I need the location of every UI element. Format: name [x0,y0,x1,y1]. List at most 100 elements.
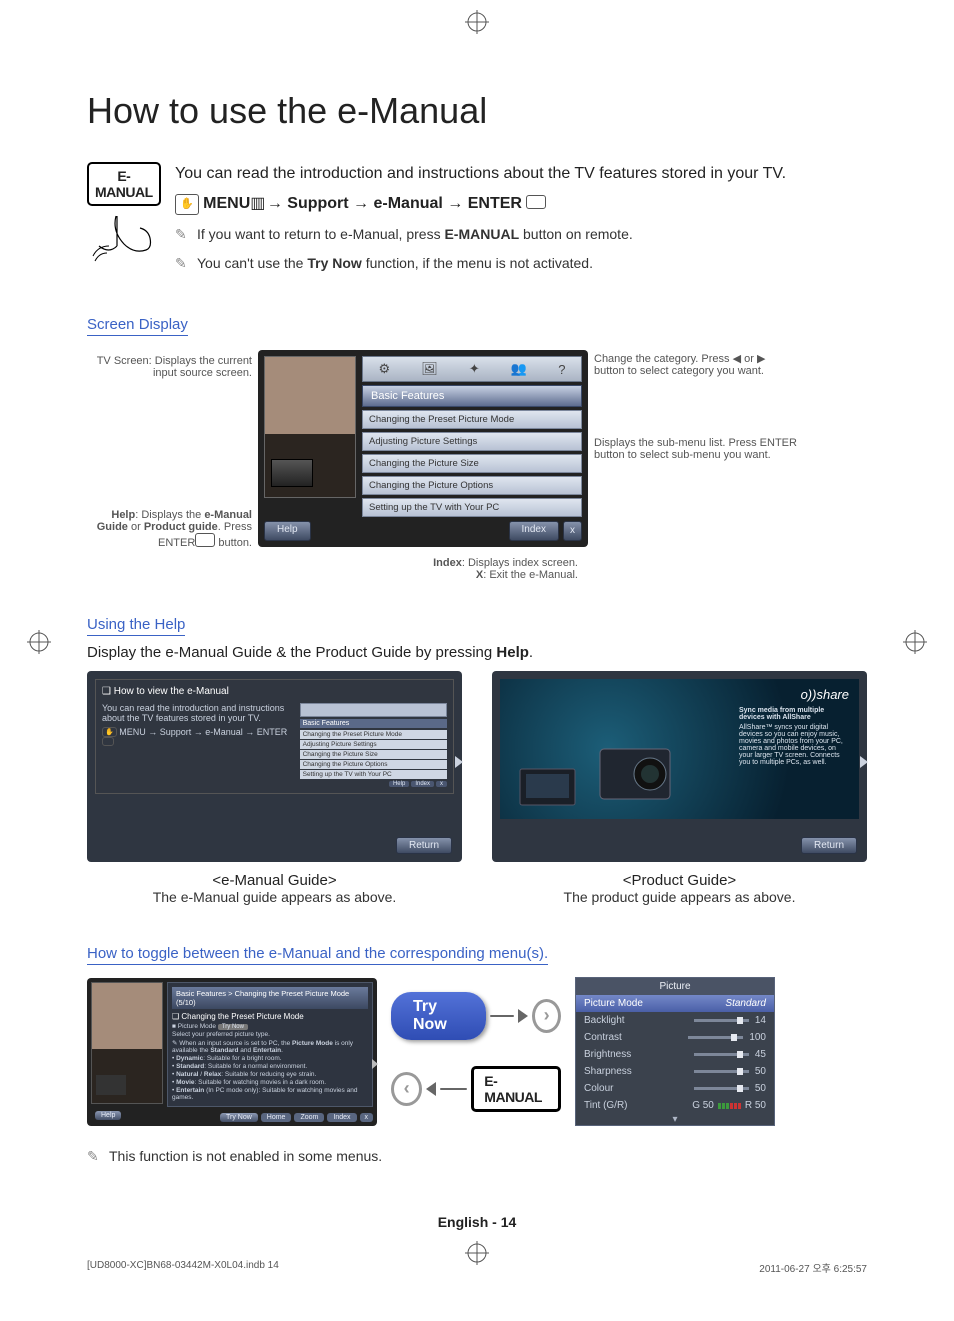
mini-item: Adjusting Picture Settings [300,740,447,749]
bullet-standard: • Standard: Suitable for a normal enviro… [172,1063,368,1070]
menu-path: ✋ MENU▥ → Support → e-Manual → ENTER [175,192,867,216]
mini-item: Changing the Preset Picture Mode [300,730,447,739]
mini-x: x [436,781,447,787]
footer-timestamp: 2011-06-27 오후 6:25:57 [759,1260,867,1275]
arrow-right-icon [455,756,463,768]
allshare-logo: o))share [801,687,849,702]
return-button[interactable]: Return [396,837,452,854]
brightness-row[interactable]: Brightness45 [576,1046,774,1063]
callout-help: Help: Displays the e-Manual Guide or Pro… [87,509,252,549]
emanual-screen: ⚙ 🖼 ✦ 👥 ? Basic Features Changing the Pr… [258,350,588,547]
mini-item: Setting up the TV with Your PC [300,770,447,779]
emg-path: ✋ MENU → Support → e-Manual → ENTER [102,727,294,747]
category-icon[interactable]: ? [558,362,565,377]
tv-screen-thumbnail [91,982,163,1104]
note-return: If you want to return to e-Manual, press… [175,224,867,245]
mini-item: Changing the Picture Options [300,760,447,769]
tint-row[interactable]: Tint (G/R) G 50 R 50 [576,1097,774,1114]
category-icon[interactable]: 🖼 [421,361,438,377]
emanual-detail-screen: Basic Features > Changing the Preset Pic… [87,978,377,1126]
submenu-item[interactable]: Changing the Picture Options [362,476,582,495]
note-trynow: You can't use the Try Now function, if t… [175,253,867,274]
breadcrumb: Basic Features > Changing the Preset Pic… [172,987,368,1009]
tint-slider[interactable] [718,1103,741,1109]
picture-mode-row[interactable]: Picture ModeStandard [576,995,774,1012]
crop-mark-top [465,10,489,34]
zoom-button[interactable]: Zoom [294,1113,324,1122]
submenu-item[interactable]: Changing the Preset Picture Mode [362,410,582,429]
contrast-row[interactable]: Contrast100 [576,1029,774,1046]
callout-tvscreen: TV Screen: Displays the current input so… [87,355,252,379]
emanual-remote-icon: E-MANUAL [87,162,157,281]
crop-mark-left [27,630,51,654]
callout-category: Change the category. Press ◀ or ▶ button… [594,352,799,377]
emg-desc: You can read the introduction and instru… [102,703,294,723]
page-number: English - 14 [87,1214,867,1230]
circle-left-icon: ‹ [391,1072,422,1106]
using-help-line: Display the e-Manual Guide & the Product… [87,644,867,661]
mini-help: Help [389,781,409,787]
submenu-item[interactable]: Setting up the TV with Your PC [362,498,582,517]
home-button[interactable]: Home [261,1113,292,1122]
submenu-item[interactable]: Changing the Picture Size [362,454,582,473]
category-icon[interactable]: ✦ [469,361,480,377]
crop-mark-bottom [465,1241,489,1265]
exit-button[interactable]: x [563,521,582,541]
crop-mark-right [903,630,927,654]
pg-caption-title: <Product Guide> [492,872,867,889]
section-using-help: Using the Help [87,616,185,636]
chevron-down-icon[interactable]: ▾ [576,1114,774,1125]
help-button[interactable]: Help [95,1111,121,1120]
category-icon[interactable]: 👥 [511,361,527,377]
footer-file: [UD8000-XC]BN68-03442M-X0L04.indb 14 [87,1260,279,1275]
emg-caption-sub: The e-Manual guide appears as above. [87,889,462,905]
callout-x: X: Exit the e-Manual. [258,569,578,581]
exit-button[interactable]: x [360,1113,374,1122]
emanual-arrow: ‹ E-MANUAL [391,1066,561,1112]
bullet-natural: • Natural / Relax: Suitable for reducing… [172,1071,368,1078]
pg-heading: Sync media from multiple devices with Al… [739,707,824,721]
index-button[interactable]: Index [327,1113,356,1122]
mini-category: Basic Features [300,719,447,728]
hand-icon: ✋ [175,194,199,215]
emg-title: ❑ How to view the e-Manual [102,686,447,697]
detail-select: Select your preferred picture type. [172,1031,368,1038]
trynow-button[interactable]: Try Now [220,1113,258,1122]
section-toggle: How to toggle between the e-Manual and t… [87,945,548,965]
mini-item: Changing the Picture Size [300,750,447,759]
bullet-entertain: • Entertain (In PC mode only): Suitable … [172,1087,368,1101]
intro-text: You can read the introduction and instru… [175,162,867,186]
note-not-enabled: This function is not enabled in some men… [87,1148,867,1164]
circle-right-icon: › [532,999,561,1033]
return-button[interactable]: Return [801,837,857,854]
section-screen-display: Screen Display [87,316,188,336]
picture-mode-line: ■ Picture Mode Try Now [172,1023,368,1030]
trynow-oval-button[interactable]: Try Now [391,992,486,1040]
enter-icon [526,195,546,209]
arrow-right-icon [860,756,868,768]
mini-index: Index [411,781,434,787]
enter-icon [195,533,215,547]
index-button[interactable]: Index [509,521,559,541]
page-title: How to use the e-Manual [87,90,867,132]
category-icon[interactable]: ⚙ [379,361,391,377]
pg-body: AllShare™ syncs your digital devices so … [739,724,849,766]
picture-menu: Picture Picture ModeStandard Backlight14… [575,977,775,1126]
detail-note: ✎ When an input source is set to PC, the… [172,1039,368,1054]
tv-screen-thumbnail [264,356,356,498]
category-icon-row[interactable]: ⚙ 🖼 ✦ 👥 ? [362,356,582,382]
callout-submenu: Displays the sub-menu list. Press ENTER … [594,437,799,461]
emg-caption-title: <e-Manual Guide> [87,872,462,889]
pg-caption-sub: The product guide appears as above. [492,889,867,905]
emanual-remote-button[interactable]: E-MANUAL [471,1066,561,1112]
category-label[interactable]: Basic Features [362,385,582,407]
sharpness-row[interactable]: Sharpness50 [576,1063,774,1080]
submenu-item[interactable]: Adjusting Picture Settings [362,432,582,451]
help-button[interactable]: Help [264,521,311,541]
backlight-row[interactable]: Backlight14 [576,1012,774,1029]
callout-index: Index: Displays index screen. [258,557,578,569]
mini-icon-row [300,703,447,717]
bullet-dynamic: • Dynamic: Suitable for a bright room. [172,1055,368,1062]
trynow-arrow: Try Now › [391,992,561,1040]
colour-row[interactable]: Colour50 [576,1080,774,1097]
